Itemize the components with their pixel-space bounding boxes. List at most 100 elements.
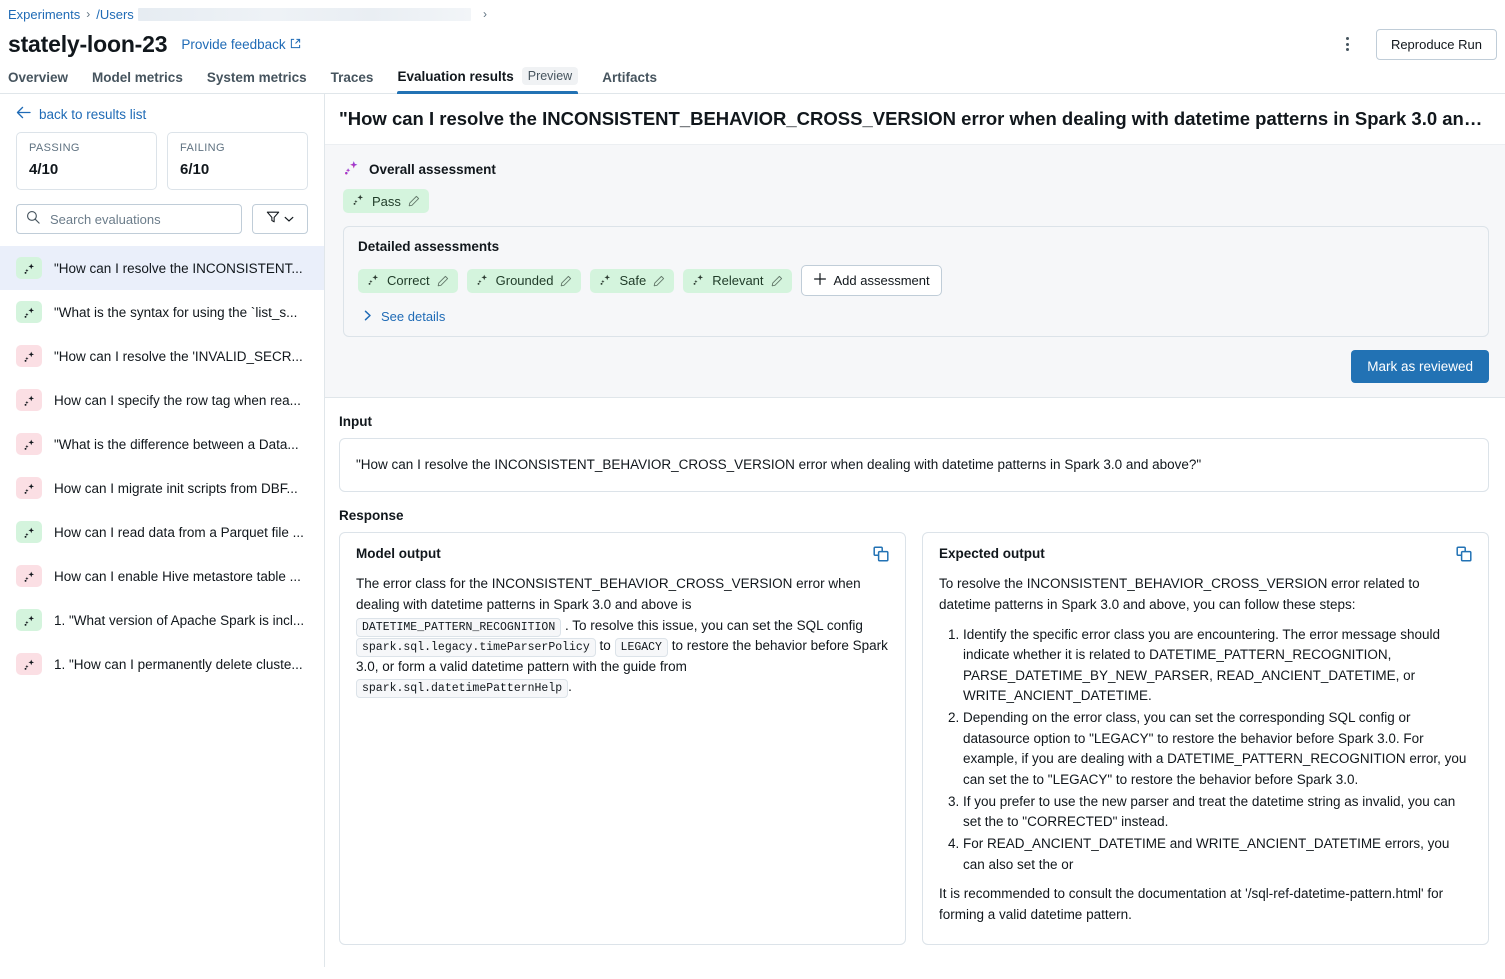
evaluations-sidebar: back to results list PASSING 4/10 FAILIN… bbox=[0, 94, 325, 967]
breadcrumb: Experiments › /Users › bbox=[0, 0, 1505, 24]
breadcrumb-user-path[interactable]: /Users bbox=[96, 7, 134, 22]
expected-output-header: Expected output bbox=[939, 546, 1472, 565]
overall-pass-chip[interactable]: Pass bbox=[343, 189, 429, 213]
assessment-chip-label: Safe bbox=[619, 273, 647, 288]
provide-feedback-link[interactable]: Provide feedback bbox=[181, 37, 300, 52]
list-item[interactable]: "What is the difference between a Data..… bbox=[0, 422, 324, 466]
failing-stat-card: FAILING 6/10 bbox=[167, 132, 308, 190]
tab-traces[interactable]: Traces bbox=[331, 70, 374, 93]
sparkle-icon bbox=[599, 273, 612, 289]
content-area: back to results list PASSING 4/10 FAILIN… bbox=[0, 94, 1505, 967]
list-item[interactable]: "How can I resolve the INCONSISTENT... bbox=[0, 246, 324, 290]
assessment-chip-relevant[interactable]: Relevant bbox=[683, 268, 792, 293]
model-output-text-1: The error class for the INCONSISTENT_BEH… bbox=[356, 576, 861, 612]
assessment-panel: Overall assessment Pass Detailed assessm… bbox=[325, 144, 1505, 398]
pencil-icon[interactable] bbox=[653, 275, 665, 287]
sparkle-icon bbox=[16, 477, 42, 499]
tab-bar: Overview Model metrics System metrics Tr… bbox=[0, 60, 1505, 94]
tab-model-metrics[interactable]: Model metrics bbox=[92, 70, 183, 93]
pencil-icon[interactable] bbox=[771, 275, 783, 287]
sparkle-icon bbox=[16, 389, 42, 411]
sparkle-icon bbox=[16, 433, 42, 455]
tab-label: Model metrics bbox=[92, 70, 183, 85]
add-assessment-button[interactable]: Add assessment bbox=[800, 265, 942, 296]
sparkle-icon bbox=[692, 273, 705, 289]
search-box[interactable] bbox=[16, 204, 242, 234]
pencil-icon[interactable] bbox=[408, 195, 420, 207]
more-options-icon[interactable] bbox=[1334, 30, 1362, 58]
sparkle-icon bbox=[16, 301, 42, 323]
search-input[interactable] bbox=[48, 210, 232, 228]
assessment-chip-row: Correct Grounded Safe Relevant Add assessme… bbox=[358, 265, 1474, 296]
tab-label: Overview bbox=[8, 70, 69, 85]
list-item-label: "How can I resolve the INCONSISTENT... bbox=[54, 260, 303, 276]
reproduce-run-button[interactable]: Reproduce Run bbox=[1375, 28, 1497, 60]
sparkle-icon bbox=[476, 273, 489, 289]
sparkle-icon bbox=[16, 653, 42, 675]
list-item[interactable]: How can I migrate init scripts from DBF.… bbox=[0, 466, 324, 510]
chevron-right-icon bbox=[364, 309, 372, 324]
page-header: stately-loon-23 Provide feedback Reprodu… bbox=[0, 24, 1505, 60]
see-details-toggle[interactable]: See details bbox=[358, 309, 1474, 324]
model-output-code-2: spark.sql.legacy.timeParserPolicy bbox=[356, 638, 596, 658]
back-label: back to results list bbox=[39, 106, 147, 122]
expected-output-footer: It is recommended to consult the documen… bbox=[939, 886, 1444, 922]
filter-button[interactable] bbox=[252, 204, 308, 234]
tab-artifacts[interactable]: Artifacts bbox=[602, 70, 657, 93]
expected-output-step: Depending on the error class, you can se… bbox=[963, 708, 1472, 791]
assessment-chip-grounded[interactable]: Grounded bbox=[466, 268, 582, 293]
add-assessment-label: Add assessment bbox=[833, 273, 930, 288]
page-title: stately-loon-23 bbox=[8, 30, 168, 57]
app-root: Experiments › /Users › stately-loon-23 P… bbox=[0, 0, 1505, 979]
mark-as-reviewed-button[interactable]: Mark as reviewed bbox=[1351, 350, 1489, 383]
list-item[interactable]: "How can I resolve the 'INVALID_SECR... bbox=[0, 334, 324, 378]
assessment-chip-safe[interactable]: Safe bbox=[590, 268, 675, 293]
filter-icon bbox=[266, 210, 280, 229]
input-value: "How can I resolve the INCONSISTENT_BEHA… bbox=[339, 438, 1489, 493]
list-item[interactable]: "What is the syntax for using the `list_… bbox=[0, 290, 324, 334]
response-label: Response bbox=[339, 508, 404, 524]
sparkle-icon bbox=[16, 345, 42, 367]
list-item[interactable]: How can I enable Hive metastore table ..… bbox=[0, 554, 324, 598]
expected-output-title: Expected output bbox=[939, 546, 1045, 562]
back-to-results-list-button[interactable]: back to results list bbox=[0, 94, 324, 132]
tab-evaluation-results[interactable]: Evaluation results Preview bbox=[397, 67, 579, 94]
evaluation-detail: "How can I resolve the INCONSISTENT_BEHA… bbox=[325, 94, 1505, 967]
evaluation-title: "How can I resolve the INCONSISTENT_BEHA… bbox=[339, 108, 1505, 129]
model-output-code-3: LEGACY bbox=[614, 638, 668, 658]
model-output-text-2: . To resolve this issue, you can set the… bbox=[565, 617, 863, 633]
plus-icon bbox=[813, 272, 827, 289]
breadcrumb-redacted-path bbox=[137, 7, 471, 21]
response-section: Response Model output The error class fo… bbox=[325, 492, 1505, 945]
input-label: Input bbox=[339, 414, 372, 429]
copy-icon[interactable] bbox=[1456, 546, 1472, 565]
list-item[interactable]: 1. "What version of Apache Spark is incl… bbox=[0, 598, 324, 642]
list-item-label: "How can I resolve the 'INVALID_SECR... bbox=[54, 348, 303, 364]
breadcrumb-trailing-separator-icon: › bbox=[483, 7, 487, 21]
evaluations-list: "How can I resolve the INCONSISTENT... "W… bbox=[0, 246, 324, 686]
list-item-label: How can I migrate init scripts from DBF.… bbox=[54, 480, 298, 496]
assessment-chip-label: Relevant bbox=[712, 273, 764, 288]
list-item-label: 1. "How can I permanently delete cluste.… bbox=[54, 656, 303, 672]
sparkle-icon bbox=[367, 273, 380, 289]
tab-overview[interactable]: Overview bbox=[8, 70, 68, 93]
sparkle-icon bbox=[343, 159, 360, 179]
list-item[interactable]: How can I read data from a Parquet file … bbox=[0, 510, 324, 554]
pencil-icon[interactable] bbox=[560, 275, 572, 287]
input-section: Input "How can I resolve the INCONSISTEN… bbox=[325, 398, 1505, 493]
search-icon bbox=[26, 210, 40, 229]
tab-system-metrics[interactable]: System metrics bbox=[207, 70, 307, 93]
pencil-icon[interactable] bbox=[437, 275, 449, 287]
provide-feedback-label: Provide feedback bbox=[181, 36, 286, 52]
copy-icon[interactable] bbox=[873, 546, 889, 565]
model-output-text-5: . bbox=[568, 679, 572, 695]
list-item[interactable]: How can I specify the row tag when rea..… bbox=[0, 378, 324, 422]
list-item-label: How can I specify the row tag when rea..… bbox=[54, 392, 301, 408]
overall-pass-label: Pass bbox=[372, 193, 401, 209]
assessment-chip-correct[interactable]: Correct bbox=[358, 268, 458, 293]
model-output-text-3: to bbox=[599, 638, 611, 654]
sparkle-icon bbox=[16, 257, 42, 279]
breadcrumb-experiments[interactable]: Experiments bbox=[8, 7, 80, 22]
list-item[interactable]: 1. "How can I permanently delete cluste.… bbox=[0, 642, 324, 686]
preview-badge: Preview bbox=[521, 67, 579, 85]
